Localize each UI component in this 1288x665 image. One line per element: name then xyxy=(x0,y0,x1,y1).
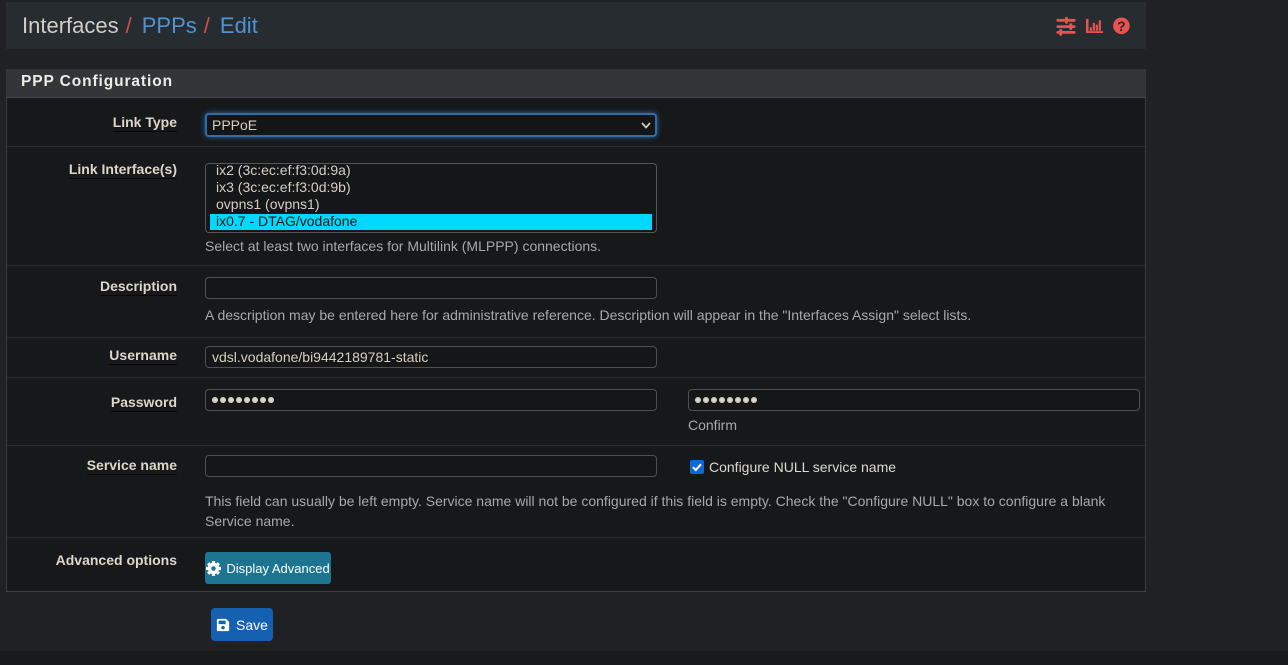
svg-text:?: ? xyxy=(1117,18,1126,34)
